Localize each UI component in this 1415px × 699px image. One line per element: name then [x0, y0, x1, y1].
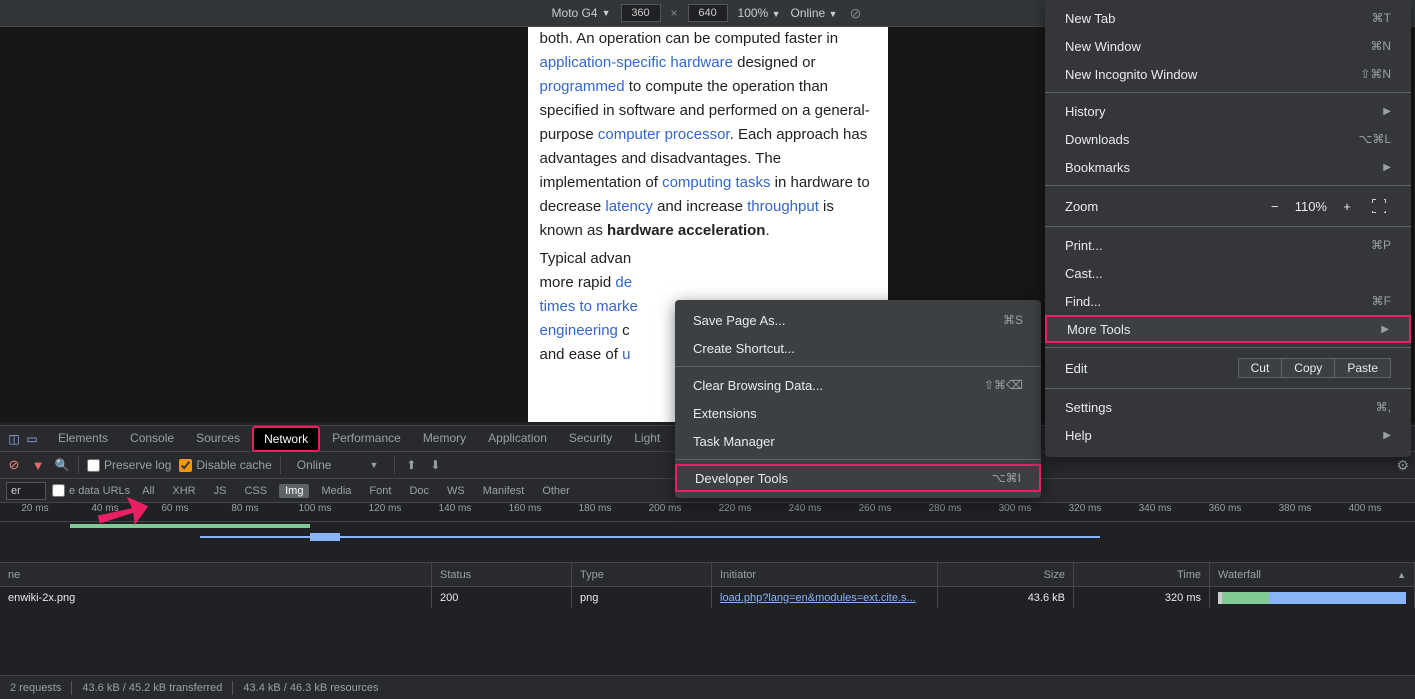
tab-lighthouse[interactable]: Light	[624, 425, 670, 452]
tab-network[interactable]: Network	[252, 426, 320, 452]
menu-item[interactable]: Settings⌘,	[1045, 393, 1411, 421]
disable-cache-checkbox[interactable]: Disable cache	[179, 458, 271, 472]
device-selector[interactable]: Moto G4 ▼	[552, 6, 611, 20]
zoom-in-button[interactable]: +	[1335, 194, 1359, 218]
tab-elements[interactable]: Elements	[48, 425, 118, 452]
filter-doc[interactable]: Doc	[403, 484, 435, 498]
filter-all[interactable]: All	[136, 484, 160, 498]
submenu-item[interactable]: Create Shortcut...	[675, 334, 1041, 362]
th-status[interactable]: Status	[432, 563, 572, 586]
network-table: ne Status Type Initiator Size Time Water…	[0, 563, 1415, 675]
download-icon[interactable]: ⬇	[427, 457, 443, 473]
throttling-selector[interactable]: Online▼	[289, 458, 387, 472]
tab-application[interactable]: Application	[478, 425, 557, 452]
menu-item[interactable]: New Incognito Window⇧⌘N	[1045, 60, 1411, 88]
th-type[interactable]: Type	[572, 563, 712, 586]
menu-item[interactable]: New Tab⌘T	[1045, 4, 1411, 32]
th-size[interactable]: Size	[938, 563, 1074, 586]
tab-memory[interactable]: Memory	[413, 425, 476, 452]
menu-item[interactable]: History▶	[1045, 97, 1411, 125]
submenu-item[interactable]: Developer Tools⌥⌘I	[675, 464, 1041, 492]
cut-button[interactable]: Cut	[1238, 358, 1283, 378]
th-initiator[interactable]: Initiator	[712, 563, 938, 586]
zoom-row: Zoom−110%+	[1045, 190, 1411, 222]
menu-item[interactable]: Bookmarks▶	[1045, 153, 1411, 181]
filter-manifest[interactable]: Manifest	[477, 484, 531, 498]
filter-other[interactable]: Other	[536, 484, 576, 498]
search-icon[interactable]: 🔍	[54, 457, 70, 473]
menu-item[interactable]: Downloads⌥⌘L	[1045, 125, 1411, 153]
filter-img[interactable]: Img	[279, 484, 309, 498]
device-toggle-icon[interactable]: ▭	[24, 431, 40, 447]
menu-item[interactable]: Help▶	[1045, 421, 1411, 449]
network-settings-icon[interactable]: ⚙	[1396, 457, 1409, 473]
menu-more-tools[interactable]: More Tools▶	[1045, 315, 1411, 343]
filter-js[interactable]: JS	[208, 484, 233, 498]
status-transferred: 43.6 kB / 45.2 kB transferred	[82, 682, 222, 694]
th-waterfall[interactable]: Waterfall▲	[1210, 563, 1415, 586]
throttle-selector[interactable]: Online ▼	[790, 6, 837, 20]
browser-main-menu: New Tab⌘TNew Window⌘NNew Incognito Windo…	[1045, 0, 1411, 457]
hide-data-urls[interactable]: e data URLs	[52, 484, 130, 497]
tab-console[interactable]: Console	[120, 425, 184, 452]
device-height-input[interactable]	[688, 4, 728, 22]
submenu-item[interactable]: Extensions	[675, 399, 1041, 427]
more-tools-submenu: Save Page As...⌘SCreate Shortcut... Clear…	[675, 300, 1041, 498]
paste-button[interactable]: Paste	[1334, 358, 1391, 378]
filter-icon[interactable]: ▼	[30, 457, 46, 473]
copy-button[interactable]: Copy	[1281, 358, 1335, 378]
filter-media[interactable]: Media	[315, 484, 357, 498]
menu-item[interactable]: Find...⌘F	[1045, 287, 1411, 315]
network-status-bar: 2 requests 43.6 kB / 45.2 kB transferred…	[0, 675, 1415, 699]
filter-css[interactable]: CSS	[238, 484, 273, 498]
network-timeline[interactable]: 20 ms40 ms60 ms80 ms100 ms120 ms140 ms16…	[0, 503, 1415, 563]
submenu-item[interactable]: Save Page As...⌘S	[675, 306, 1041, 334]
inspect-icon[interactable]: ◫	[6, 431, 22, 447]
upload-icon[interactable]: ⬆	[403, 457, 419, 473]
status-requests: 2 requests	[10, 682, 61, 694]
rotate-icon[interactable]: ⊘	[847, 5, 863, 21]
tab-security[interactable]: Security	[559, 425, 622, 452]
filter-input[interactable]	[6, 482, 46, 500]
record-icon[interactable]: ⊘	[6, 457, 22, 473]
tab-performance[interactable]: Performance	[322, 425, 411, 452]
device-width-input[interactable]	[621, 4, 661, 22]
fullscreen-button[interactable]	[1367, 194, 1391, 218]
filter-xhr[interactable]: XHR	[166, 484, 201, 498]
menu-item[interactable]: Print...⌘P	[1045, 231, 1411, 259]
filter-ws[interactable]: WS	[441, 484, 471, 498]
preserve-log-checkbox[interactable]: Preserve log	[87, 458, 171, 472]
filter-font[interactable]: Font	[363, 484, 397, 498]
menu-item[interactable]: Cast...	[1045, 259, 1411, 287]
submenu-item[interactable]: Task Manager	[675, 427, 1041, 455]
zoom-out-button[interactable]: −	[1263, 194, 1287, 218]
submenu-item[interactable]: Clear Browsing Data...⇧⌘⌫	[675, 371, 1041, 399]
table-row[interactable]: enwiki-2x.png 200 png load.php?lang=en&m…	[0, 587, 1415, 608]
th-time[interactable]: Time	[1074, 563, 1210, 586]
tab-sources[interactable]: Sources	[186, 425, 250, 452]
status-resources: 43.4 kB / 46.3 kB resources	[243, 682, 378, 694]
menu-item[interactable]: New Window⌘N	[1045, 32, 1411, 60]
zoom-selector[interactable]: 100% ▼	[738, 6, 781, 20]
edit-row: EditCutCopyPaste	[1045, 352, 1411, 384]
th-name[interactable]: ne	[0, 563, 432, 586]
